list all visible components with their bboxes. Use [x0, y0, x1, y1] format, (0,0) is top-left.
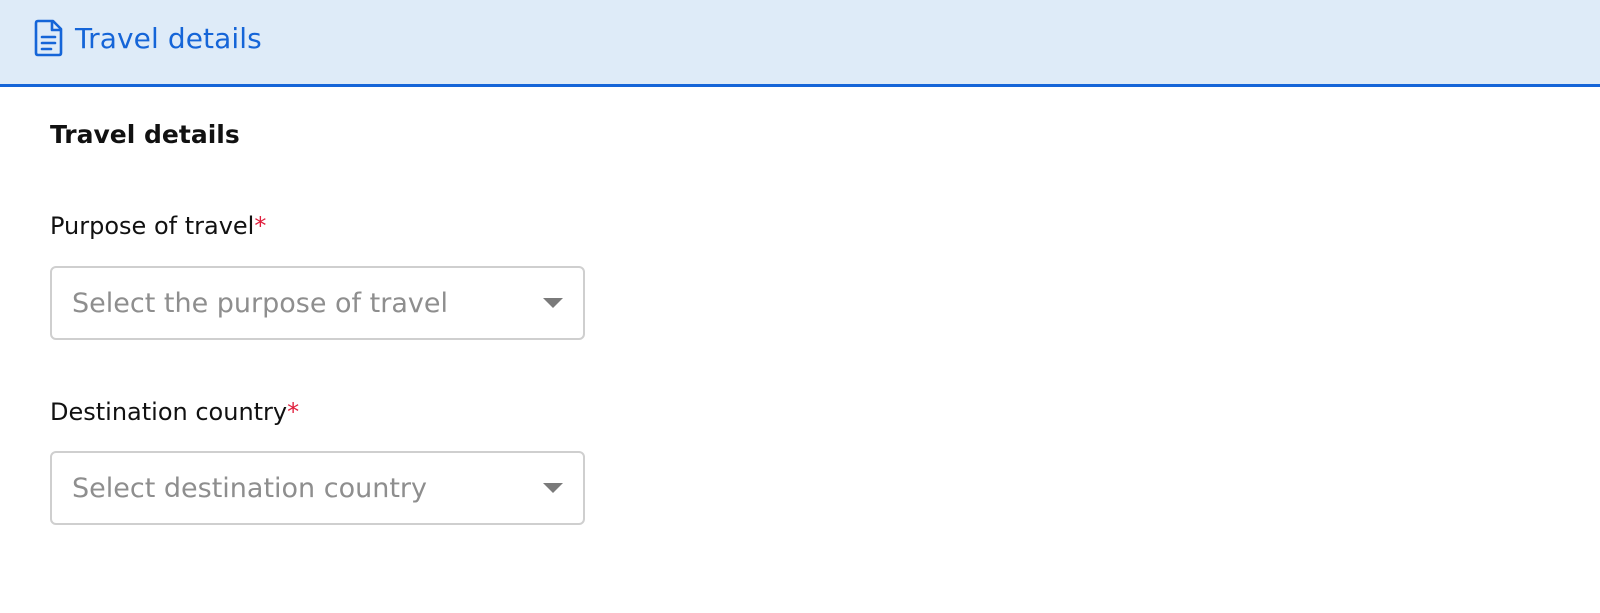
- chevron-down-icon[interactable]: [543, 298, 563, 308]
- destination-country-placeholder: Select destination country: [72, 472, 427, 504]
- purpose-of-travel-label-text: Purpose of travel: [50, 212, 255, 240]
- destination-country-label: Destination country*: [50, 398, 299, 426]
- destination-country-label-text: Destination country: [50, 398, 288, 426]
- required-asterisk: *: [254, 212, 267, 240]
- tab-header: Travel details: [0, 0, 1600, 87]
- chevron-down-icon[interactable]: [543, 483, 563, 493]
- purpose-of-travel-placeholder: Select the purpose of travel: [72, 287, 448, 319]
- required-asterisk: *: [287, 398, 300, 426]
- section-title: Travel details: [50, 120, 240, 149]
- purpose-of-travel-select[interactable]: Select the purpose of travel: [50, 266, 585, 340]
- destination-country-select[interactable]: Select destination country: [50, 451, 585, 525]
- purpose-of-travel-label: Purpose of travel*: [50, 212, 266, 240]
- tab-title[interactable]: Travel details: [75, 22, 262, 55]
- document-icon: [34, 19, 64, 57]
